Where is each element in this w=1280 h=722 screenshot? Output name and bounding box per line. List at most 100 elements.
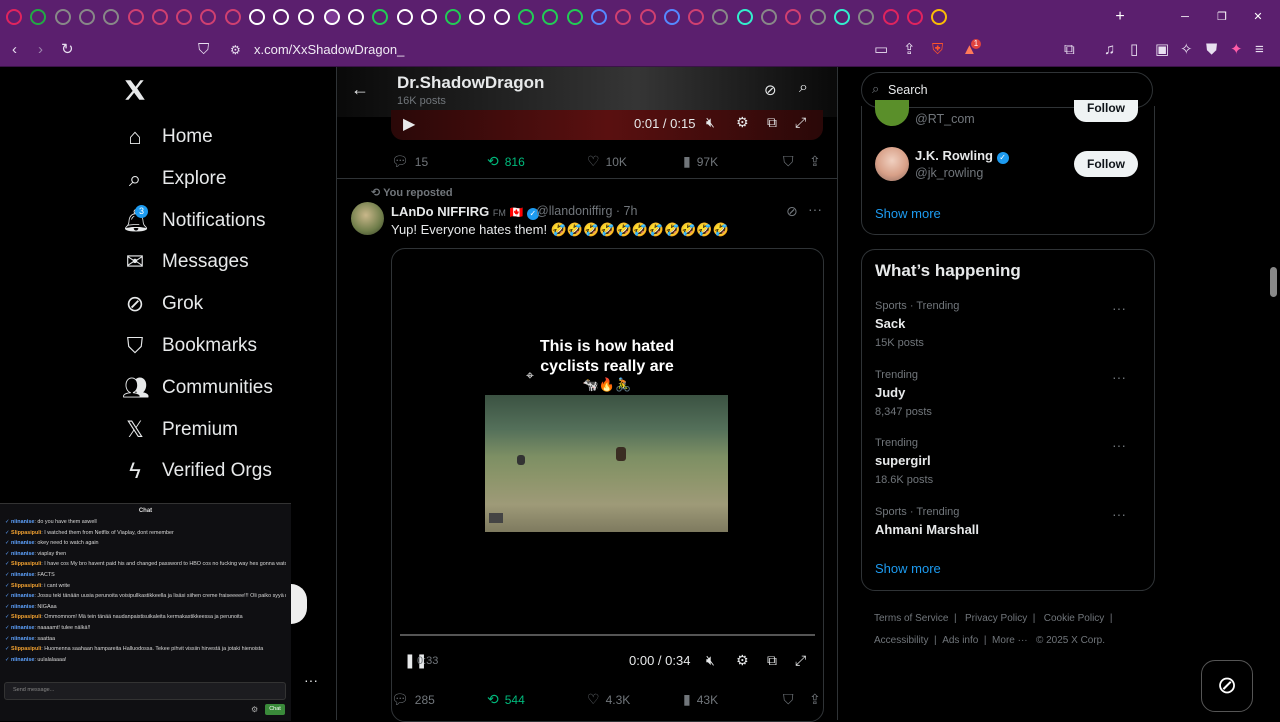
account-switcher[interactable] [291, 584, 307, 624]
chat-input[interactable]: Send message... [4, 682, 286, 700]
page-scrollbar[interactable] [1270, 267, 1277, 297]
more-options-icon[interactable]: ··· [808, 201, 822, 217]
back-arrow-icon[interactable]: ← [351, 79, 369, 100]
browser-tab[interactable] [882, 9, 899, 25]
post-author[interactable]: LAnDo NIFFIRG FM 🇨🇦 ✓ [391, 204, 539, 220]
browser-tab[interactable] [445, 9, 462, 25]
browser-tab[interactable] [54, 9, 71, 25]
reply-button[interactable]: 💬︎ 285 [391, 691, 435, 708]
more-options-icon[interactable]: ··· [1112, 437, 1126, 453]
active-tab[interactable] [323, 9, 340, 25]
sidebar-icon[interactable]: ▯ [1130, 42, 1138, 58]
sidebar-item-messages[interactable]: ✉ Messages [122, 242, 249, 282]
extension-icon[interactable]: ✦ [1230, 42, 1243, 58]
close-window-button[interactable]: ✕ [1250, 9, 1266, 25]
leo-ai-icon[interactable]: ✧ [1180, 42, 1193, 58]
browser-tab[interactable] [688, 9, 705, 25]
sidebar-item-grok[interactable]: ⊘ Grok [122, 284, 203, 324]
browser-tab[interactable] [127, 9, 144, 25]
browser-tab[interactable] [906, 9, 923, 25]
browser-tab[interactable] [469, 9, 486, 25]
trend-item[interactable]: Sports · Trending Sack 15K posts ··· [875, 300, 1140, 349]
more-options-icon[interactable]: ··· [1112, 300, 1126, 316]
avatar[interactable] [875, 147, 909, 181]
trend-item[interactable]: Sports · Trending Ahmani Marshall ··· [875, 506, 1140, 537]
reply-button[interactable]: 💬︎ 15 [391, 153, 428, 170]
mute-icon[interactable]: 🔇︎ [706, 114, 715, 131]
footer-link[interactable]: Privacy Policy [965, 613, 1027, 624]
chat-send-button[interactable]: Chat [265, 704, 285, 715]
menu-icon[interactable]: ≡ [1255, 42, 1264, 58]
fullscreen-icon[interactable]: ⤢ [795, 114, 806, 131]
browser-tab[interactable] [249, 9, 265, 25]
settings-icon[interactable]: ⚙ [736, 652, 749, 669]
sidebar-item-premium[interactable]: 𝕏 Premium [122, 410, 238, 450]
browser-tab[interactable] [6, 9, 22, 25]
grok-post-icon[interactable]: ⊘ [786, 203, 798, 220]
browser-tab[interactable] [176, 9, 193, 25]
browser-tab[interactable] [347, 9, 364, 25]
sidebar-item-communities[interactable]: 👥︎ Communities [122, 368, 273, 408]
footer-link[interactable]: Terms of Service [874, 613, 948, 624]
back-icon[interactable]: ‹ [12, 42, 17, 58]
browser-tab[interactable] [761, 9, 777, 25]
more-options-icon[interactable]: ··· [1112, 506, 1126, 522]
browser-tab[interactable] [273, 9, 290, 25]
browser-tab[interactable] [30, 9, 47, 25]
new-tab-button[interactable]: + [1112, 9, 1128, 25]
browser-tab[interactable] [785, 9, 802, 25]
browser-tab[interactable] [200, 9, 217, 25]
chat-settings-icon[interactable]: ⚙ [251, 705, 258, 714]
browser-tab[interactable] [712, 9, 729, 25]
screenshot-icon[interactable]: ⧉ [1064, 42, 1075, 58]
views-button[interactable]: ▮ 43K [683, 691, 718, 708]
browser-tab[interactable] [151, 9, 168, 25]
follow-button[interactable]: Follow [1074, 100, 1138, 122]
vpn-icon[interactable]: ⛊ [1206, 42, 1217, 58]
browser-tab[interactable] [297, 9, 314, 25]
browser-tab[interactable] [809, 9, 826, 25]
reload-icon[interactable]: ↻ [61, 42, 74, 58]
browser-tab[interactable] [566, 9, 583, 25]
more-options-icon[interactable]: ··· [1112, 369, 1126, 385]
brave-shield-icon[interactable]: ⛨ [932, 42, 943, 58]
browser-tab[interactable] [858, 9, 875, 25]
share-post-button[interactable]: ⇪ [809, 153, 827, 170]
share-post-button[interactable]: ⇪ [809, 691, 827, 708]
account-more-icon[interactable]: ··· [304, 672, 318, 688]
sidebar-item-explore[interactable]: ⌕ Explore [122, 159, 227, 199]
browser-tab[interactable] [590, 9, 607, 25]
browser-tab[interactable] [103, 9, 120, 25]
pip-icon[interactable]: ⧉ [767, 652, 777, 669]
sidebar-item-home[interactable]: ⌂ Home [122, 117, 212, 157]
wallet-icon[interactable]: ▣ [1155, 42, 1169, 58]
avatar[interactable] [351, 202, 384, 235]
footer-link[interactable]: Accessibility [874, 635, 928, 646]
post-video[interactable]: This is how hated cyclists really are 🐄🔥… [391, 248, 824, 722]
trend-item[interactable]: Trending Judy 8,347 posts ··· [875, 369, 1140, 418]
sidebar-item-verified-orgs[interactable]: ϟ Verified Orgs [122, 451, 272, 491]
like-button[interactable]: ♡ 10K [587, 153, 627, 170]
browser-tab[interactable] [396, 9, 413, 25]
bookmark-page-icon[interactable]: ⛉ [198, 42, 209, 58]
browser-tab[interactable] [518, 9, 534, 25]
browser-tab[interactable] [78, 9, 95, 25]
follow-button[interactable]: Follow [1074, 151, 1138, 177]
footer-link[interactable]: Cookie Policy [1044, 613, 1105, 624]
browser-tab[interactable] [224, 9, 241, 25]
browser-tab[interactable] [493, 9, 510, 25]
show-more-link[interactable]: Show more [875, 561, 941, 576]
like-button[interactable]: ♡ 4.3K [587, 691, 630, 708]
browser-tab[interactable] [615, 9, 632, 25]
post-handle[interactable]: @llandoniffirg · 7h [536, 204, 637, 218]
cast-icon[interactable]: ▭ [874, 42, 888, 58]
show-more-link[interactable]: Show more [875, 206, 941, 221]
video-progress-track[interactable] [400, 634, 815, 636]
site-info-icon[interactable]: ⚙ [230, 42, 241, 58]
minimize-button[interactable]: ─ [1177, 9, 1193, 25]
repost-button[interactable]: ⟲ 816 [487, 153, 525, 170]
sidebar-item-bookmarks[interactable]: ⛉ Bookmarks [122, 326, 257, 366]
fullscreen-icon[interactable]: ⤢ [795, 652, 806, 669]
pip-icon[interactable]: ⧉ [767, 114, 777, 131]
footer-more-link[interactable]: More ··· [992, 635, 1028, 646]
